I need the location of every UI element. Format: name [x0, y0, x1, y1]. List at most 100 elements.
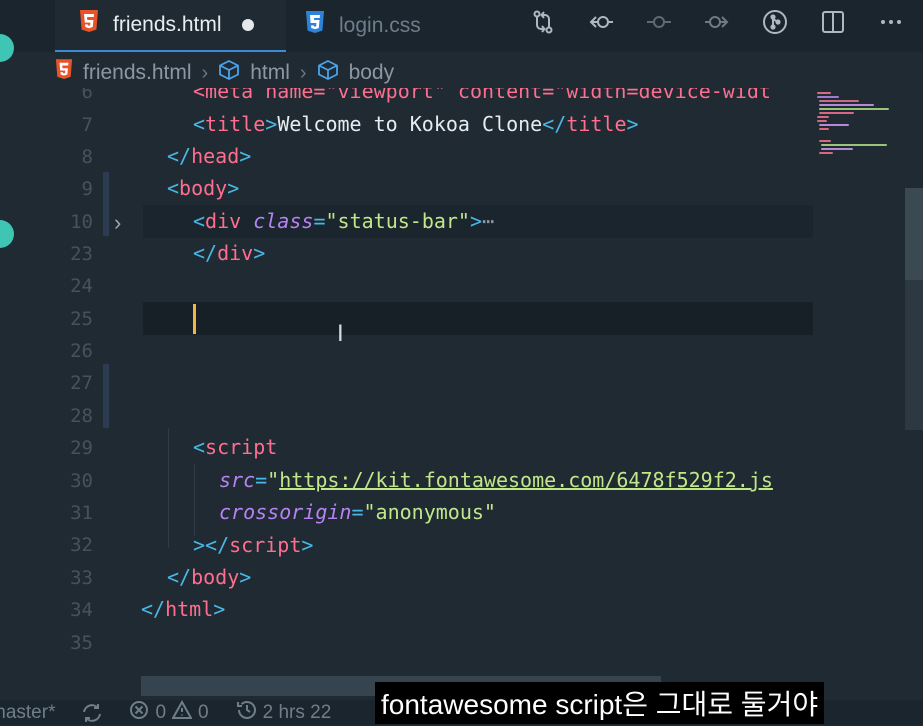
indent-guide — [194, 464, 195, 536]
wakatime-indicator[interactable]: 2 hrs 22 — [235, 700, 332, 726]
tab-login-css[interactable]: login.css — [305, 0, 421, 52]
more-actions-icon[interactable] — [877, 8, 905, 36]
fold-chevron-icon[interactable]: › — [114, 210, 121, 236]
code-line-7: <title>Welcome to Kokoa Clone</title> — [193, 112, 639, 136]
tab-label: login.css — [339, 14, 421, 37]
breadcrumb-label: html — [250, 61, 290, 84]
element-cube-icon — [218, 59, 240, 87]
attribute-value: "anonymous" — [363, 500, 496, 524]
attribute-value: "status-bar" — [325, 209, 470, 233]
html5-icon — [55, 59, 73, 87]
line-number: 24 — [70, 275, 93, 297]
tab-label: friends.html — [113, 13, 222, 36]
tag-name: html — [165, 597, 214, 621]
code-line-30: src="https://kit.fontawesome.com/6478f52… — [219, 468, 773, 492]
code-editor[interactable]: I 6 7 8 9 10 23 24 25 26 27 28 29 30 31 … — [0, 88, 813, 678]
sync-icon[interactable] — [81, 703, 103, 723]
error-icon — [129, 700, 149, 726]
title-text: Welcome to Kokoa Clone — [277, 112, 543, 136]
line-number: 31 — [70, 502, 93, 524]
line-number: 29 — [70, 437, 93, 459]
line-number: 32 — [70, 534, 93, 556]
tag-name: body — [179, 176, 228, 200]
line-number: 28 — [70, 405, 93, 427]
code-line-23: </div> — [193, 241, 266, 265]
go-forward-icon[interactable] — [703, 8, 731, 36]
attribute-name: class — [253, 209, 314, 233]
line-number: 30 — [70, 470, 93, 492]
line-number: 10 — [70, 211, 93, 233]
minimap[interactable] — [813, 88, 901, 158]
vertical-scrollbar-thumb[interactable] — [905, 188, 923, 280]
tag-name: script — [229, 533, 302, 557]
history-clock-icon — [235, 700, 257, 726]
code-line-32: ></script> — [193, 533, 314, 557]
meta-tag-text: <meta name="viewport" content="width=dev… — [193, 88, 771, 103]
warning-count: 0 — [198, 701, 209, 723]
line-number: 34 — [70, 599, 93, 621]
line-number: 9 — [81, 178, 93, 200]
warning-icon — [171, 699, 193, 726]
tag-name: div — [217, 241, 254, 265]
line-number: 6 — [81, 88, 93, 103]
git-graph-icon[interactable] — [761, 8, 789, 36]
line-number: 23 — [70, 243, 93, 265]
line-number: 7 — [81, 114, 93, 136]
current-line-highlight — [143, 302, 813, 335]
tag-name: title — [566, 112, 627, 136]
tag-name: body — [191, 565, 240, 589]
tab-bar: friends.html login.css — [0, 0, 923, 52]
code-line-31: crossorigin="anonymous" — [219, 500, 496, 524]
vertical-scrollbar-track[interactable] — [905, 280, 923, 430]
fontawesome-kit-link[interactable]: https://kit.fontawesome.com/6478f529f2.j… — [279, 468, 773, 492]
tag-name: script — [205, 435, 278, 459]
tab-friends-html[interactable]: friends.html — [55, 0, 286, 52]
go-back-icon[interactable] — [587, 8, 615, 36]
indent-guide — [168, 428, 169, 548]
code-line-10: <div class="status-bar">⋯ — [193, 209, 495, 233]
tag-name: title — [205, 112, 266, 136]
code-line-8: </head> — [167, 144, 252, 168]
line-number: 35 — [70, 632, 93, 654]
line-number: 27 — [70, 372, 93, 394]
tag-name: div — [205, 209, 242, 233]
html5-icon — [79, 10, 99, 40]
code-line-6: <meta name="viewport" content="width=dev… — [193, 88, 771, 107]
line-number: 8 — [81, 146, 93, 168]
tag-name: head — [191, 144, 240, 168]
error-count: 0 — [155, 701, 167, 723]
breadcrumb: friends.html › html › body — [55, 58, 394, 88]
gutter-change-marker — [103, 364, 109, 428]
chevron-right-icon: › — [201, 61, 209, 84]
line-number: 25 — [70, 308, 93, 330]
code-line-29: <script — [193, 435, 278, 459]
text-cursor — [193, 304, 196, 334]
video-subtitle: fontawesome script은 그대로 둘거야 — [375, 682, 825, 724]
attribute-name: src — [219, 468, 256, 492]
branch-name: master* — [0, 701, 56, 723]
editor-actions — [529, 0, 905, 44]
gutter-change-marker — [103, 172, 109, 236]
css3-icon — [305, 11, 325, 41]
problems-indicator[interactable]: 0 0 — [129, 699, 209, 726]
folded-ellipsis-icon[interactable]: ⋯ — [482, 209, 494, 233]
breadcrumb-item-body[interactable]: body — [317, 59, 395, 87]
split-editor-icon[interactable] — [819, 8, 847, 36]
breadcrumb-item-html[interactable]: html — [218, 59, 290, 87]
breadcrumb-label: friends.html — [83, 61, 192, 84]
source-control-compare-icon[interactable] — [529, 8, 557, 36]
code-line-33: </body> — [167, 565, 252, 589]
ibeam-cursor-icon: I — [337, 320, 344, 347]
element-cube-icon — [317, 59, 339, 87]
code-line-34: </html> — [141, 597, 226, 621]
coding-time: 2 hrs 22 — [262, 701, 332, 723]
line-number: 33 — [70, 567, 93, 589]
commit-icon[interactable] — [645, 8, 673, 36]
unsaved-dot-icon[interactable] — [241, 19, 254, 31]
branch-indicator[interactable]: master* — [0, 702, 55, 724]
attribute-name: crossorigin — [219, 500, 352, 524]
breadcrumb-label: body — [348, 61, 395, 84]
code-line-9: <body> — [167, 176, 240, 200]
breadcrumb-item-file[interactable]: friends.html — [55, 59, 192, 87]
chevron-right-icon: › — [299, 61, 307, 84]
